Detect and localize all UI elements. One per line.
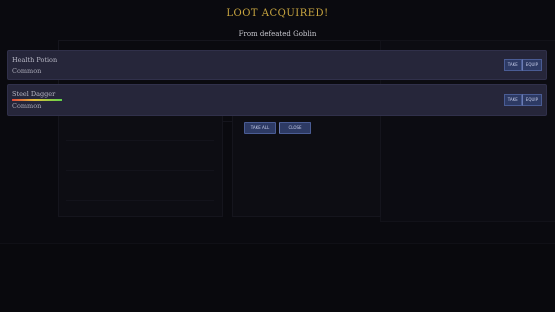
game-scene: LOOT ACQUIRED! From defeated Goblin Heal… [0, 0, 555, 312]
equip-button[interactable]: EQUIP [521, 94, 542, 106]
take-button[interactable]: TAKE [503, 94, 522, 106]
item-rarity: Common [12, 67, 42, 75]
take-button[interactable]: TAKE [503, 59, 522, 71]
background-divider [66, 140, 214, 141]
loot-dialog-title: LOOT ACQUIRED! [226, 8, 329, 19]
item-name: Steel Dagger [12, 90, 56, 98]
item-action-buttons: TAKE EQUIP [503, 59, 542, 71]
loot-item-health-potion: Health Potion Common TAKE EQUIP [7, 50, 547, 80]
item-action-buttons: TAKE EQUIP [503, 94, 542, 106]
background-bottom-bar [0, 243, 555, 312]
background-divider [66, 200, 214, 201]
close-button[interactable]: CLOSE [279, 122, 311, 134]
item-rarity: Common [12, 102, 42, 110]
take-all-button[interactable]: TAKE ALL [244, 122, 276, 134]
loot-item-steel-dagger: Steel Dagger Common TAKE EQUIP [7, 84, 547, 116]
equip-button[interactable]: EQUIP [521, 59, 542, 71]
loot-dialog-footer: TAKE ALL CLOSE [0, 122, 555, 134]
background-divider [66, 170, 214, 171]
item-durability-bar [12, 99, 62, 101]
loot-dialog-subtitle: From defeated Goblin [238, 30, 317, 38]
item-name: Health Potion [12, 56, 58, 64]
